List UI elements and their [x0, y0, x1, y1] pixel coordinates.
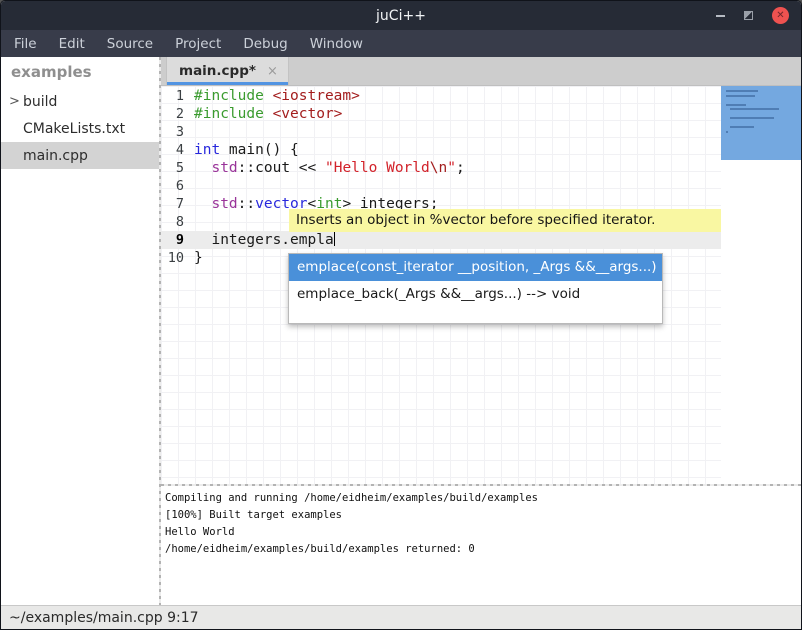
line-number: 8	[161, 213, 189, 231]
token: ::	[238, 196, 255, 212]
code-text: int main() {	[189, 141, 299, 159]
sidebar-item-main-cpp[interactable]: main.cpp	[1, 142, 159, 169]
editor-zone: 1#include <iostream>2#include <vector>34…	[161, 86, 801, 484]
token: #include	[194, 106, 273, 122]
token: <vector>	[273, 106, 343, 122]
menu-bar: FileEditSourceProjectDebugWindow	[1, 30, 801, 57]
completion-popup: emplace(const_iterator __position, _Args…	[288, 253, 663, 324]
menu-item-source[interactable]: Source	[96, 36, 164, 52]
token: ::cout <<	[238, 160, 325, 176]
minimap-code-line	[726, 131, 728, 133]
sidebar-item-label: main.cpp	[23, 148, 88, 164]
main-area: examples >build CMakeLists.txt main.cpp ma…	[1, 57, 801, 605]
sidebar-item-label: build	[23, 94, 57, 110]
completion-item-1[interactable]: emplace_back(_Args &&__args...) --> void	[289, 281, 662, 308]
project-name-label: examples	[1, 57, 159, 88]
menu-item-debug[interactable]: Debug	[232, 36, 298, 52]
menu-item-project[interactable]: Project	[164, 36, 232, 52]
token: #include	[194, 88, 273, 104]
expander-icon[interactable]: >	[9, 94, 23, 109]
token: "Hello World	[325, 160, 430, 176]
line-number: 3	[161, 123, 189, 141]
minimap-code-line	[730, 126, 754, 128]
line-number: 1	[161, 87, 189, 105]
code-line-5: 5 std::cout << "Hello World\n";	[161, 159, 721, 177]
minimap-code-line	[726, 104, 746, 106]
tab-bar: main.cpp* ×	[161, 57, 801, 86]
sidebar-item-label: CMakeLists.txt	[23, 121, 125, 137]
code-line-2: 2#include <vector>	[161, 105, 721, 123]
code-line-9: 9 integers.empla	[161, 231, 721, 249]
token	[194, 196, 211, 212]
minimap-code-line	[730, 117, 774, 119]
minimap-code-line	[726, 95, 755, 97]
menu-item-file[interactable]: File	[3, 36, 48, 52]
menu-item-window[interactable]: Window	[299, 36, 374, 52]
line-number: 2	[161, 105, 189, 123]
terminal-line: [100%] Built target examples	[165, 507, 801, 524]
tab-main-cpp[interactable]: main.cpp* ×	[166, 57, 289, 85]
code-text	[189, 213, 194, 231]
code-text: }	[189, 249, 203, 267]
token: ;	[456, 160, 465, 176]
terminal-line: /home/eidheim/examples/build/examples re…	[165, 541, 801, 558]
restore-icon[interactable]	[744, 11, 753, 20]
code-line-4: 4int main() {	[161, 141, 721, 159]
close-icon[interactable]: ✕	[772, 7, 789, 24]
code-text	[189, 177, 194, 195]
code-line-1: 1#include <iostream>	[161, 87, 721, 105]
status-bar: ~/examples/main.cpp 9:17	[1, 605, 801, 629]
line-number: 9	[161, 231, 189, 249]
terminal-line: Compiling and running /home/eidheim/exam…	[165, 490, 801, 507]
app-window: juCi++ ✕ FileEditSourceProjectDebugWindo…	[0, 0, 802, 630]
completion-item-0[interactable]: emplace(const_iterator __position, _Args…	[289, 254, 662, 281]
window-controls: ✕	[716, 1, 789, 30]
text-cursor	[334, 232, 335, 246]
token: }	[194, 250, 203, 266]
line-number: 5	[161, 159, 189, 177]
line-number: 4	[161, 141, 189, 159]
file-tree: >build CMakeLists.txt main.cpp	[1, 88, 159, 169]
code-text: integers.empla	[189, 231, 335, 249]
code-text	[189, 123, 194, 141]
minimap-code-line	[730, 108, 779, 110]
token: integers.empla	[194, 232, 334, 248]
title-bar[interactable]: juCi++ ✕	[1, 1, 801, 30]
terminal-output[interactable]: Compiling and running /home/eidheim/exam…	[161, 486, 801, 605]
code-line-3: 3	[161, 123, 721, 141]
token: int	[194, 142, 220, 158]
sidebar-item-build[interactable]: >build	[1, 88, 159, 115]
token: "	[447, 160, 456, 176]
code-line-6: 6	[161, 177, 721, 195]
token: \n	[430, 160, 447, 176]
window-title: juCi++	[376, 8, 426, 24]
doc-tooltip: Inserts an object in %vector before spec…	[289, 209, 721, 232]
line-number: 6	[161, 177, 189, 195]
line-number: 10	[161, 249, 189, 267]
tab-close-icon[interactable]: ×	[267, 64, 278, 79]
code-text: #include <iostream>	[189, 87, 360, 105]
line-number: 7	[161, 195, 189, 213]
editor-column: main.cpp* × 1#include <iostream>2#includ…	[161, 57, 801, 605]
code-text: std::cout << "Hello World\n";	[189, 159, 465, 177]
code-text: #include <vector>	[189, 105, 342, 123]
code-editor[interactable]: 1#include <iostream>2#include <vector>34…	[161, 86, 721, 484]
menu-item-edit[interactable]: Edit	[48, 36, 96, 52]
token: std	[211, 160, 237, 176]
token: main() {	[220, 142, 299, 158]
token: <iostream>	[273, 88, 360, 104]
terminal-line: Hello World	[165, 524, 801, 541]
sidebar-item-cmakelists-txt[interactable]: CMakeLists.txt	[1, 115, 159, 142]
status-location: ~/examples/main.cpp 9:17	[9, 610, 199, 626]
minimap[interactable]	[721, 86, 801, 484]
code-lines: 1#include <iostream>2#include <vector>34…	[161, 87, 721, 267]
token	[194, 160, 211, 176]
token: std	[211, 196, 237, 212]
minimize-icon[interactable]	[716, 15, 725, 17]
tab-label: main.cpp*	[179, 63, 256, 79]
file-tree-sidebar: examples >build CMakeLists.txt main.cpp	[1, 57, 159, 605]
minimap-slider[interactable]	[721, 86, 801, 160]
minimap-code-line	[726, 90, 758, 92]
